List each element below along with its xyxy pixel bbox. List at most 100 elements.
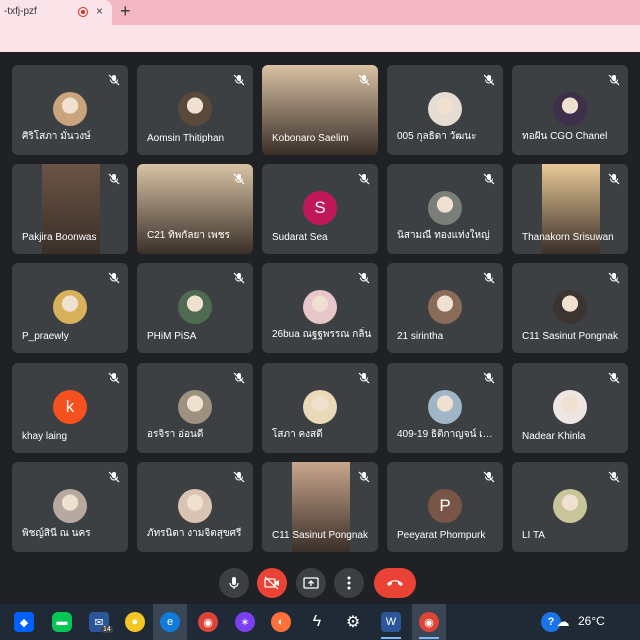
messenger-icon[interactable]: ✶ — [235, 612, 255, 632]
participant-name: Kobonaro Saelim — [272, 133, 349, 144]
participant-tile[interactable]: ภัทรนิดา งามจิตสุขศรี — [137, 462, 253, 552]
muted-mic-icon — [483, 470, 495, 483]
participant-tile[interactable]: Nadear Khinla — [512, 363, 628, 453]
participant-tile[interactable]: Aomsin Thitiphan — [137, 65, 253, 155]
browser-tab[interactable]: -txfj-pzf × — [0, 0, 112, 25]
tab-title: -txfj-pzf — [4, 6, 37, 17]
participant-name: ศิริโสภา มั่นวงษ์ — [22, 131, 91, 142]
muted-mic-icon — [358, 371, 370, 384]
participant-tile[interactable]: P_praewly — [12, 263, 128, 353]
avatar — [53, 290, 87, 324]
camera-button[interactable] — [257, 568, 287, 598]
more-options-icon — [347, 576, 351, 590]
participant-tile[interactable]: S Sudarat Sea — [262, 164, 378, 254]
participant-grid: ศิริโสภา มั่นวงษ์ Aomsin Thitiphan Kobonar… — [0, 52, 640, 562]
temperature: 26°C — [578, 614, 605, 628]
participant-tile[interactable]: Thanakorn Srisuwan — [512, 164, 628, 254]
participant-tile[interactable]: 409-19 ธิติกาญจน์ เจริญ — [387, 363, 503, 453]
line-icon[interactable]: ▬ — [52, 612, 72, 632]
muted-mic-icon — [608, 371, 620, 384]
dropbox-icon[interactable]: ◆ — [14, 612, 34, 632]
muted-mic-icon — [233, 271, 245, 284]
muted-mic-icon — [358, 172, 370, 185]
new-tab-button[interactable]: + — [120, 1, 131, 22]
mail-badge: 14 — [101, 626, 113, 633]
participant-name: 409-19 ธิติกาญจน์ เจริญ — [397, 429, 497, 440]
chrome-icon[interactable]: ◉ — [198, 612, 218, 632]
muted-mic-icon — [358, 271, 370, 284]
firefox-icon[interactable]: ◐ — [271, 612, 291, 632]
hang-up-button[interactable] — [374, 568, 416, 598]
participant-name: LI TA — [522, 530, 545, 541]
participant-tile[interactable]: โสภา คงสดี — [262, 363, 378, 453]
muted-mic-icon — [608, 470, 620, 483]
muted-mic-icon — [108, 371, 120, 384]
participant-tile[interactable]: ศิริโสภา มั่นวงษ์ — [12, 65, 128, 155]
participant-tile[interactable]: 26bua ณฐฐพรรณ กลิ่น — [262, 263, 378, 353]
participant-name: 005 กุลธิดา วัฒนะ — [397, 131, 477, 142]
participant-tile[interactable]: C11 Sasinut Pongnak — [262, 462, 378, 552]
edge-icon[interactable]: e — [160, 612, 180, 632]
participant-name: ภัทรนิดา งามจิตสุขศรี — [147, 528, 242, 539]
avatar — [553, 92, 587, 126]
participant-tile[interactable]: C11 Sasinut Pongnak — [512, 263, 628, 353]
muted-mic-icon — [233, 371, 245, 384]
address-bar[interactable] — [0, 25, 640, 53]
muted-mic-icon — [233, 73, 245, 86]
participant-tile[interactable]: 005 กุลธิดา วัฒนะ — [387, 65, 503, 155]
participant-tile[interactable]: ทอฝัน CGO Chanel — [512, 65, 628, 155]
participant-tile[interactable]: 21 sirintha — [387, 263, 503, 353]
participant-name: Nadear Khinla — [522, 431, 586, 442]
participant-tile[interactable]: นิสามณี ทองแท่งใหญ่ — [387, 164, 503, 254]
participant-tile[interactable]: Kobonaro Saelim — [262, 65, 378, 155]
avatar-letter: P — [428, 489, 462, 523]
participant-tile[interactable]: LI TA — [512, 462, 628, 552]
participant-tile[interactable]: k khay laing — [12, 363, 128, 453]
muted-mic-icon — [483, 73, 495, 86]
participant-name: 26bua ณฐฐพรรณ กลิ่น — [272, 329, 372, 340]
participant-name: Peeyarat Phompurk — [397, 530, 486, 541]
participant-tile[interactable]: อรจิรา อ่อนดี — [137, 363, 253, 453]
participant-name: C21 ทิพกัลยา เพชร — [147, 230, 230, 241]
camera-off-icon — [264, 576, 279, 590]
winamp-icon[interactable]: ϟ — [307, 612, 327, 632]
muted-mic-icon — [483, 271, 495, 284]
avatar — [178, 390, 212, 424]
participant-tile[interactable]: Pakjira Boonwas — [12, 164, 128, 254]
participant-name: 21 sirintha — [397, 331, 444, 342]
help-label: ? — [547, 616, 555, 628]
avatar — [303, 290, 337, 324]
participant-name: นิสามณี ทองแท่งใหญ่ — [397, 230, 490, 241]
hang-up-icon — [387, 580, 403, 586]
mickey-icon[interactable]: ● — [125, 612, 145, 632]
settings-gear-icon[interactable]: ⚙ — [343, 612, 363, 632]
muted-mic-icon — [608, 172, 620, 185]
close-tab-icon[interactable]: × — [96, 4, 103, 18]
microphone-button[interactable] — [219, 568, 249, 598]
participant-tile[interactable]: พิชญ์สินี ณ นคร — [12, 462, 128, 552]
participant-name: พิชญ์สินี ณ นคร — [22, 528, 91, 539]
word-icon[interactable]: W — [381, 612, 401, 632]
avatar — [428, 390, 462, 424]
browser-tab-strip: -txfj-pzf × + — [0, 0, 640, 25]
chrome-icon[interactable]: ◉ — [419, 612, 439, 632]
avatar — [53, 92, 87, 126]
avatar — [428, 92, 462, 126]
participant-tile[interactable]: P Peeyarat Phompurk — [387, 462, 503, 552]
participant-tile[interactable]: C21 ทิพกัลยา เพชร — [137, 164, 253, 254]
present-button[interactable] — [296, 568, 326, 598]
avatar-letter: S — [303, 191, 337, 225]
word-active-indicator — [381, 637, 401, 639]
muted-mic-icon — [108, 470, 120, 483]
avatar — [428, 191, 462, 225]
more-options-button[interactable] — [334, 568, 364, 598]
avatar — [53, 489, 87, 523]
participant-tile[interactable]: PHiM PiSA — [137, 263, 253, 353]
participant-name: Thanakorn Srisuwan — [522, 232, 614, 243]
recording-icon — [78, 7, 88, 17]
avatar — [178, 489, 212, 523]
muted-mic-icon — [483, 371, 495, 384]
muted-mic-icon — [608, 73, 620, 86]
windows-taskbar: ◆ ▬ ✉ 14 ● e ◉ ✶ ◐ ϟ ⚙ W ◉ ? ☁ 26°C — [0, 604, 640, 640]
avatar — [553, 290, 587, 324]
